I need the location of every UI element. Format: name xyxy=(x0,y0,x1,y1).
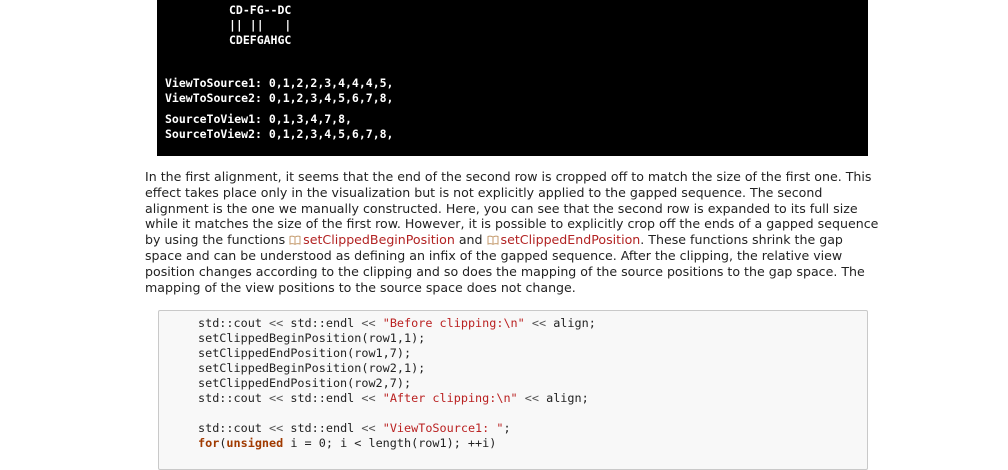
string-literal: "After clipping:\n" xyxy=(382,391,518,405)
source-to-view-line: SourceToView1: 0,1,3,4,7,8, xyxy=(165,112,352,126)
alignment-line: CDEFGAHGC xyxy=(229,33,292,47)
code-line: std::cout << std::endl << "Before clippi… xyxy=(198,316,596,330)
code-line: setClippedEndPosition(row1,7); xyxy=(198,346,412,360)
code-line: for(unsigned i = 0; i < length(row1); ++… xyxy=(198,436,497,450)
link-label: setClippedBeginPosition xyxy=(303,232,455,248)
alignment-line: || || | xyxy=(229,18,292,32)
book-icon xyxy=(289,235,301,246)
string-literal: "Before clipping:\n" xyxy=(382,316,525,330)
keyword: unsigned xyxy=(226,436,284,450)
code-line: setClippedEndPosition(row2,7); xyxy=(198,376,412,390)
source-to-view-line: SourceToView2: 0,1,2,3,4,5,6,7,8, xyxy=(165,127,394,141)
code-line: setClippedBeginPosition(row2,1); xyxy=(198,361,426,375)
code-line: std::cout << std::endl << "After clippin… xyxy=(198,391,589,405)
code-line: std::cout << std::endl << "ViewToSource1… xyxy=(198,421,511,435)
console-output: CD-FG--DC || || | CDEFGAHGC ViewToSource1: … xyxy=(157,0,868,156)
code-block: std::cout << std::endl << "Before clippi… xyxy=(158,310,868,470)
link-label: setClippedEndPosition xyxy=(500,232,641,248)
keyword: for xyxy=(198,436,220,450)
set-clipped-end-position-link[interactable]: setClippedEndPosition xyxy=(487,232,641,248)
book-icon xyxy=(487,235,499,246)
set-clipped-begin-position-link[interactable]: setClippedBeginPosition xyxy=(289,232,455,247)
string-literal: "ViewToSource1: " xyxy=(382,421,504,435)
code-line: setClippedBeginPosition(row1,1); xyxy=(198,331,426,345)
explanation-paragraph: In the first alignment, it seems that th… xyxy=(145,169,880,295)
view-to-source-line: ViewToSource2: 0,1,2,3,4,5,6,7,8, xyxy=(165,91,394,105)
paragraph-text: and xyxy=(454,232,487,248)
alignment-line: CD-FG--DC xyxy=(229,3,292,17)
view-to-source-line: ViewToSource1: 0,1,2,2,3,4,4,4,5, xyxy=(165,76,394,90)
